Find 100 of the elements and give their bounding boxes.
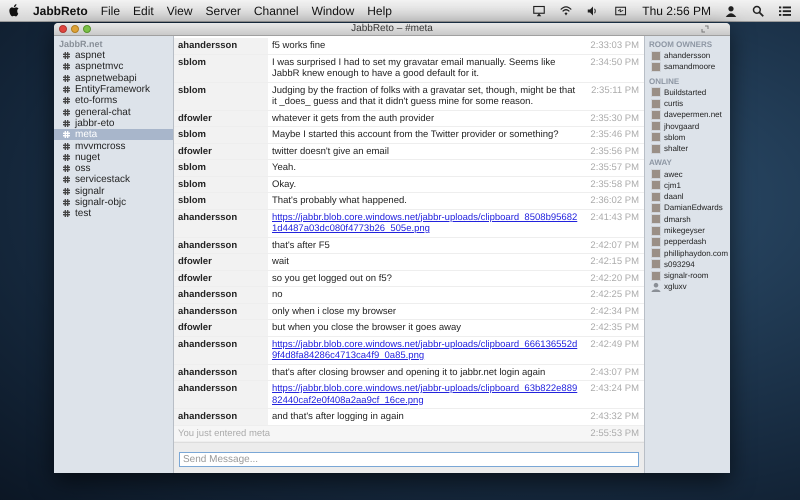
message-author: ahandersson — [174, 364, 268, 380]
message-author: sblom — [174, 82, 268, 110]
menu-item[interactable]: Server — [206, 2, 241, 20]
menu-item[interactable]: View — [166, 2, 193, 20]
message-time: 2:35:58 PM — [589, 178, 640, 192]
user-name[interactable]: s093294 — [664, 258, 695, 270]
window-title: JabbReto – #meta — [351, 23, 433, 35]
user-name[interactable]: davepermen.net — [664, 109, 722, 120]
user-name[interactable]: sblom — [664, 132, 686, 143]
message-text: so you get logged out on f5? — [271, 272, 393, 286]
message-time: 2:36:02 PM — [589, 194, 640, 208]
message-time: 2:34:50 PM — [589, 56, 640, 70]
message-author: sblom — [174, 127, 268, 142]
message-text: and that's after logging in again — [271, 410, 405, 424]
menu-item[interactable]: Channel — [254, 2, 299, 20]
user-name[interactable]: pepperdash — [664, 236, 706, 248]
avatar-placeholder — [651, 202, 661, 213]
user-name[interactable]: Buildstarted — [664, 86, 706, 98]
hash-icon — [63, 52, 70, 60]
sidebar-item[interactable]: aspnet — [54, 50, 173, 62]
user-name[interactable]: xgluxv — [664, 281, 687, 292]
avatar-placeholder — [651, 169, 661, 180]
message-time: 2:35:11 PM — [590, 84, 640, 98]
message-text: Okay. — [271, 178, 298, 192]
sidebar-item[interactable]: general-chat — [54, 106, 173, 118]
user-name[interactable]: daanl — [664, 191, 684, 202]
message-link[interactable]: https://jabbr.blob.core.windows.net/jabbr-uploads/clipboard_8508b956821d4487a03dc080f4773b26_505e.png — [272, 212, 580, 234]
sidebar-item[interactable]: signalr-objc — [54, 196, 173, 208]
message-author: sblom — [174, 193, 268, 208]
sidebar-item[interactable]: aspnetwebapi — [54, 72, 173, 84]
message-text: only when i close my browser — [271, 304, 398, 318]
message-text: Yeah. — [271, 161, 297, 175]
list-icon[interactable] — [778, 4, 792, 16]
message-time: 2:43:24 PM — [589, 382, 640, 396]
minimize-button[interactable] — [71, 25, 79, 33]
user-name[interactable]: signalr-room — [664, 270, 708, 282]
app-menu[interactable]: JabbReto — [33, 2, 88, 20]
message-time: 2:33:03 PM — [589, 39, 640, 53]
sidebar-item[interactable]: eto-forms — [54, 95, 173, 106]
menu-bar-clock[interactable]: Thu 2:56 PM — [642, 2, 711, 20]
sidebar-item[interactable]: oss — [54, 162, 173, 174]
user-group-heading: ONLINE — [649, 76, 680, 87]
message-author: ahandersson — [174, 38, 268, 54]
hash-icon — [63, 199, 70, 206]
message-time: 2:35:57 PM — [589, 161, 640, 175]
message-time: 2:42:07 PM — [589, 238, 640, 252]
hash-icon — [63, 120, 70, 127]
wifi-icon[interactable] — [559, 4, 574, 16]
message-text: no — [271, 288, 284, 302]
close-button[interactable] — [59, 25, 67, 33]
message-text: Maybe I started this account from the Twitter provider or something? — [271, 128, 560, 142]
user-name[interactable]: curtis — [664, 98, 684, 110]
apple-logo-icon[interactable] — [8, 4, 20, 17]
message-text: f5 works fine — [271, 39, 326, 53]
hash-icon — [63, 97, 70, 104]
user-name[interactable]: cjm1 — [664, 180, 681, 191]
sidebar-item[interactable]: nuget — [54, 152, 173, 163]
message-author: sblom — [174, 160, 268, 176]
user-name[interactable]: jhovgaard — [664, 120, 700, 132]
message-author: ahandersson — [174, 210, 268, 236]
message-time: 2:43:32 PM — [589, 410, 640, 424]
hash-icon — [63, 74, 70, 82]
user-icon[interactable] — [724, 4, 738, 16]
user-name[interactable]: ahandersson — [664, 50, 710, 62]
message-time: 2:35:46 PM — [589, 128, 640, 142]
message-text: That's probably what happened. — [271, 194, 408, 208]
user-name[interactable]: philliphaydon.com — [664, 248, 728, 259]
user-name[interactable]: shalter — [664, 143, 688, 154]
user-name[interactable]: dmarsh — [664, 214, 691, 225]
menu-item[interactable]: Help — [367, 2, 392, 20]
message-text: twitter doesn't give an email — [271, 144, 390, 158]
message-text: Judging by the fraction of folks with a gravatar set, though, might be that it _does_ guess and that it didn't guess mine for some reason. — [271, 84, 576, 109]
sidebar-item[interactable]: EntityFramework — [54, 84, 173, 96]
message-time: 2:55:53 PM — [589, 426, 640, 440]
user-name[interactable]: mikegeyser — [664, 225, 705, 236]
message-author: ahandersson — [174, 287, 268, 302]
message-link[interactable]: https://jabbr.blob.core.windows.net/jabbr-uploads/clipboard_666136552d9f4d8fa84286c4713ca4f9_0a85.png — [272, 338, 580, 362]
message-author: dfowler — [174, 254, 268, 270]
server-heading: JabbR.net — [58, 39, 104, 50]
display-icon[interactable] — [532, 4, 546, 16]
message-text: wait — [271, 255, 290, 269]
avatar-placeholder — [651, 121, 661, 132]
person-silhouette-icon — [651, 282, 661, 292]
menu-item[interactable]: File — [100, 2, 120, 20]
sidebar-item[interactable]: mvvmcross — [54, 140, 173, 152]
message-input[interactable]: Send Message... — [179, 452, 639, 467]
user-name[interactable]: awec — [664, 168, 683, 180]
menu-item[interactable]: Edit — [133, 2, 154, 20]
zoom-button[interactable] — [83, 25, 91, 33]
message-link[interactable]: https://jabbr.blob.core.windows.net/jabbr-uploads/clipboard_63b822e88982440caf2e0f408a2aa9cf_16ce.png — [272, 383, 580, 406]
user-name[interactable]: samandmoore — [664, 61, 716, 72]
sidebar-item[interactable]: aspnetmvc — [54, 61, 173, 73]
sidebar-item[interactable]: servicestack — [54, 174, 173, 186]
search-icon[interactable] — [751, 4, 765, 16]
sidebar-item[interactable]: jabbr-eto — [54, 118, 173, 130]
user-name[interactable]: DamianEdwards — [664, 202, 723, 214]
sidebar-item[interactable]: test — [54, 208, 173, 220]
menu-item[interactable]: Window — [312, 2, 354, 20]
hash-icon — [63, 176, 70, 184]
sidebar-item[interactable]: signalr — [54, 186, 173, 197]
